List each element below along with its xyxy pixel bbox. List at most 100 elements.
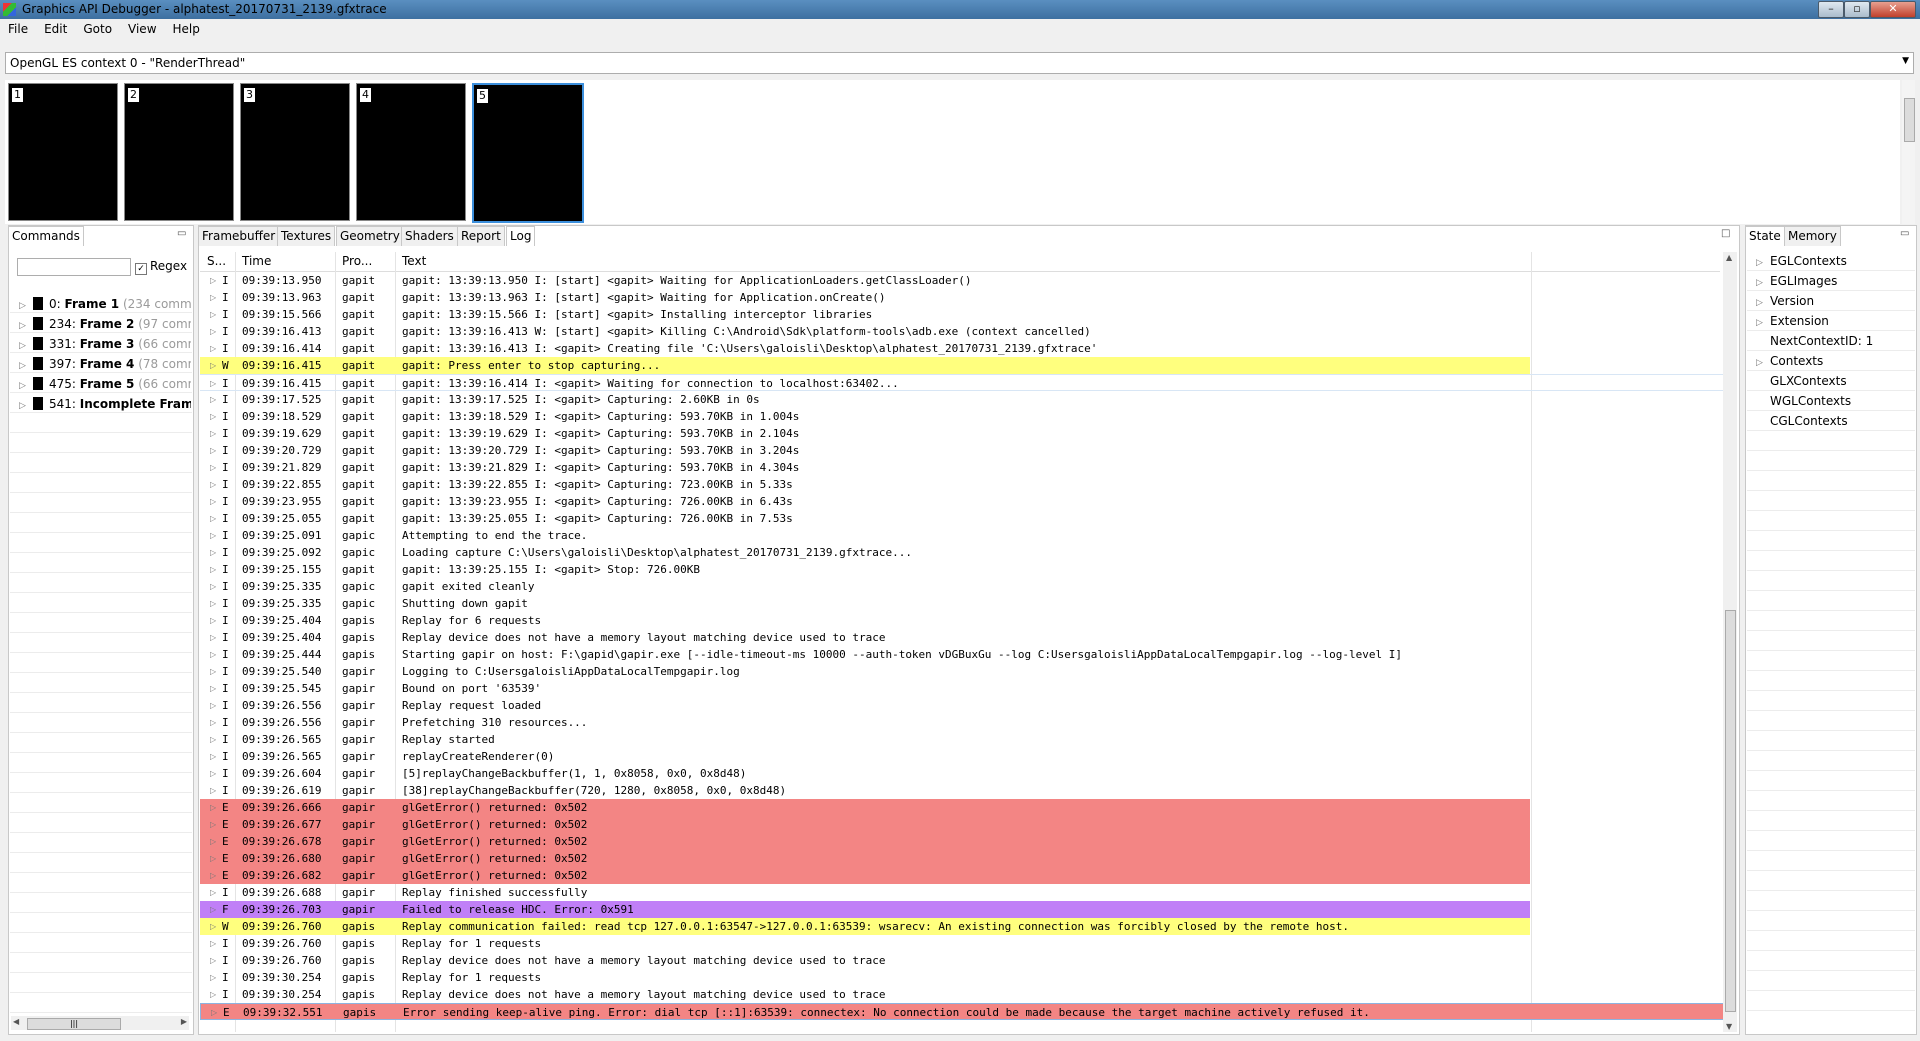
maximize-button[interactable]: ▫ — [1844, 1, 1870, 18]
log-row[interactable]: ▷ I 09:39:21.829 gapit gapit: 13:39:21.829 I… — [200, 459, 1530, 476]
expand-arrow-icon[interactable]: ▷ — [211, 1004, 217, 1021]
expand-arrow-icon[interactable]: ▷ — [210, 918, 216, 935]
expand-arrow-icon[interactable]: ▷ — [210, 375, 216, 392]
log-row[interactable]: ▷ I 09:39:16.414 gapit gapit: 13:39:16.413 I… — [200, 340, 1530, 357]
expand-arrow-icon[interactable]: ▷ — [19, 321, 33, 331]
expand-arrow-icon[interactable]: ▷ — [19, 361, 33, 371]
expand-arrow-icon[interactable]: ▷ — [210, 969, 216, 986]
log-row[interactable]: ▷ I 09:39:30.254 gapis Replay for 1 requests — [200, 969, 1530, 986]
expand-arrow-icon[interactable]: ▷ — [210, 612, 216, 629]
expand-arrow-icon[interactable]: ▷ — [210, 408, 216, 425]
expand-arrow-icon[interactable]: ▷ — [210, 357, 216, 374]
expand-arrow-icon[interactable]: ▷ — [210, 476, 216, 493]
log-row[interactable]: ▷ I 09:39:13.963 gapit gapit: 13:39:13.963 I… — [200, 289, 1530, 306]
frame-thumbnail-5[interactable]: 5 — [472, 83, 584, 223]
log-row[interactable]: ▷ I 09:39:25.055 gapit gapit: 13:39:25.055 I… — [200, 510, 1530, 527]
maximize-panel-icon[interactable]: □ — [1721, 228, 1730, 239]
frame-thumbnail-4[interactable]: 4 — [356, 83, 466, 221]
scroll-up-icon[interactable]: ▲ — [1726, 253, 1732, 262]
frame-thumbnail-3[interactable]: 3 — [240, 83, 350, 221]
log-row[interactable]: ▷ I 09:39:23.955 gapit gapit: 13:39:23.955 I… — [200, 493, 1530, 510]
log-row[interactable]: ▷ I 09:39:25.404 gapis Replay for 6 requests — [200, 612, 1530, 629]
expand-arrow-icon[interactable]: ▷ — [210, 323, 216, 340]
expand-arrow-icon[interactable]: ▷ — [210, 289, 216, 306]
log-row[interactable]: ▷ I 09:39:25.091 gapic Attempting to end the… — [200, 527, 1530, 544]
log-row[interactable]: ▷ F 09:39:26.703 gapir Failed to release HDC… — [200, 901, 1530, 918]
log-row[interactable]: ▷ I 09:39:25.404 gapis Replay device does no… — [200, 629, 1530, 646]
tab-geometry[interactable]: Geometry — [336, 226, 404, 246]
menu-file[interactable]: File — [0, 19, 36, 36]
expand-arrow-icon[interactable]: ▷ — [210, 782, 216, 799]
log-row[interactable]: ▷ E 09:39:26.678 gapir glGetError() returned… — [200, 833, 1530, 850]
expand-arrow-icon[interactable]: ▷ — [210, 884, 216, 901]
expand-arrow-icon[interactable]: ▷ — [210, 578, 216, 595]
expand-arrow-icon[interactable]: ▷ — [210, 391, 216, 408]
log-row[interactable]: ▷ I 09:39:30.254 gapis Replay device does no… — [200, 986, 1530, 1003]
undock-icon[interactable]: ▭ — [177, 228, 186, 239]
expand-arrow-icon[interactable]: ▷ — [210, 493, 216, 510]
log-row[interactable]: ▷ I 09:39:26.619 gapir [38]replayChangeBackb… — [200, 782, 1530, 799]
expand-arrow-icon[interactable]: ▷ — [210, 748, 216, 765]
expand-arrow-icon[interactable]: ▷ — [210, 306, 216, 323]
log-row[interactable]: ▷ I 09:39:26.760 gapis Replay for 1 requests — [200, 935, 1530, 952]
tab-state[interactable]: State — [1745, 226, 1785, 246]
scroll-right-icon[interactable]: ▶ — [181, 1017, 187, 1026]
expand-arrow-icon[interactable]: ▷ — [210, 272, 216, 289]
expand-arrow-icon[interactable]: ▷ — [1756, 318, 1770, 328]
expand-arrow-icon[interactable]: ▷ — [210, 697, 216, 714]
expand-arrow-icon[interactable]: ▷ — [210, 833, 216, 850]
log-row[interactable]: ▷ I 09:39:25.444 gapis Starting gapir on hos… — [200, 646, 1530, 663]
log-row[interactable]: ▷ I 09:39:20.729 gapit gapit: 13:39:20.729 I… — [200, 442, 1530, 459]
log-row[interactable]: ▷ I 09:39:26.604 gapir [5]replayChangeBackbu… — [200, 765, 1530, 782]
log-row[interactable]: ▷ E 09:39:26.680 gapir glGetError() returned… — [200, 850, 1530, 867]
column-severity[interactable]: S... — [207, 254, 226, 268]
log-row[interactable]: ▷ I 09:39:26.565 gapir replayCreateRenderer(… — [200, 748, 1530, 765]
log-row[interactable]: ▷ I 09:39:19.629 gapit gapit: 13:39:19.629 I… — [200, 425, 1530, 442]
column-process[interactable]: Pro... — [342, 254, 372, 268]
expand-arrow-icon[interactable]: ▷ — [210, 714, 216, 731]
tab-commands[interactable]: Commands — [8, 226, 84, 246]
log-row[interactable]: ▷ I 09:39:17.525 gapit gapit: 13:39:17.525 I… — [200, 391, 1530, 408]
log-row[interactable]: ▷ W 09:39:26.760 gapis Replay communication … — [200, 918, 1530, 935]
expand-arrow-icon[interactable]: ▷ — [19, 341, 33, 351]
tab-shaders[interactable]: Shaders — [401, 226, 458, 246]
expand-arrow-icon[interactable]: ▷ — [210, 816, 216, 833]
expand-arrow-icon[interactable]: ▷ — [210, 799, 216, 816]
expand-arrow-icon[interactable]: ▷ — [210, 986, 216, 1003]
column-text[interactable]: Text — [402, 254, 426, 268]
undock-icon[interactable]: ▭ — [1900, 228, 1909, 239]
column-time[interactable]: Time — [242, 254, 271, 268]
expand-arrow-icon[interactable]: ▷ — [210, 901, 216, 918]
minimize-button[interactable]: – — [1818, 1, 1844, 18]
tab-memory[interactable]: Memory — [1784, 226, 1841, 246]
frame-thumbnail-1[interactable]: 1 — [8, 83, 118, 221]
expand-arrow-icon[interactable]: ▷ — [19, 401, 33, 411]
expand-arrow-icon[interactable]: ▷ — [210, 340, 216, 357]
expand-arrow-icon[interactable]: ▷ — [210, 544, 216, 561]
log-row[interactable]: ▷ I 09:39:25.092 gapic Loading capture C:\Us… — [200, 544, 1530, 561]
log-row[interactable]: ▷ E 09:39:26.677 gapir glGetError() returned… — [200, 816, 1530, 833]
expand-arrow-icon[interactable]: ▷ — [210, 663, 216, 680]
log-row[interactable]: ▷ E 09:39:26.682 gapir glGetError() returned… — [200, 867, 1530, 884]
expand-arrow-icon[interactable]: ▷ — [19, 301, 33, 311]
tab-framebuffer[interactable]: Framebuffer — [198, 226, 280, 246]
log-row[interactable]: ▷ I 09:39:25.335 gapic gapit exited cleanly — [200, 578, 1530, 595]
expand-arrow-icon[interactable]: ▷ — [210, 442, 216, 459]
frames-scrollbar[interactable] — [1902, 80, 1915, 224]
regex-checkbox[interactable]: ✓ Regex — [135, 259, 187, 275]
log-row[interactable]: ▷ I 09:39:25.545 gapir Bound on port '63539' — [200, 680, 1530, 697]
log-vertical-scrollbar[interactable]: ▲ ▼ — [1723, 252, 1737, 1032]
expand-arrow-icon[interactable]: ▷ — [210, 850, 216, 867]
tab-log[interactable]: Log — [506, 226, 536, 246]
command-search-input[interactable] — [17, 258, 131, 276]
expand-arrow-icon[interactable]: ▷ — [210, 561, 216, 578]
log-row[interactable]: ▷ I 09:39:16.415 gapit gapit: 13:39:16.414 I… — [200, 374, 1724, 391]
expand-arrow-icon[interactable]: ▷ — [1756, 258, 1770, 268]
log-row[interactable]: ▷ I 09:39:26.688 gapir Replay finished succe… — [200, 884, 1530, 901]
expand-arrow-icon[interactable]: ▷ — [210, 680, 216, 697]
expand-arrow-icon[interactable]: ▷ — [210, 459, 216, 476]
menu-view[interactable]: View — [120, 19, 164, 36]
menu-goto[interactable]: Goto — [75, 19, 120, 36]
expand-arrow-icon[interactable]: ▷ — [19, 381, 33, 391]
log-row[interactable]: ▷ I 09:39:13.950 gapit gapit: 13:39:13.950 I… — [200, 272, 1530, 289]
